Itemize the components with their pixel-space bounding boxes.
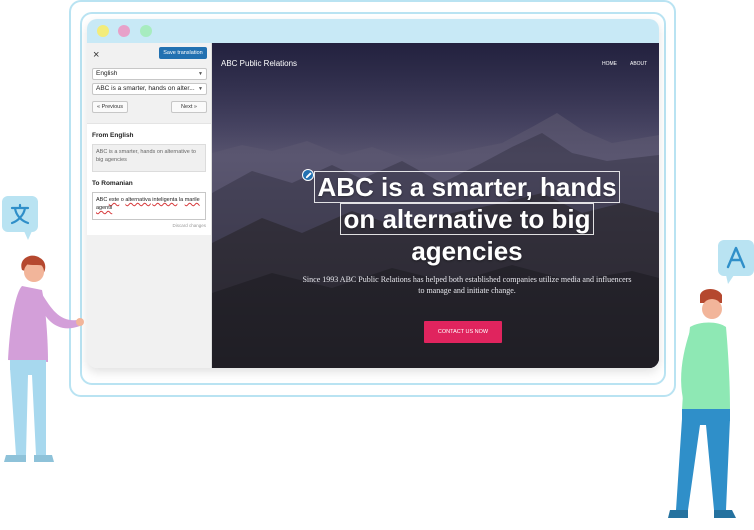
string-select[interactable]: ABC is a smarter, hands on alter... ▼ xyxy=(92,83,207,95)
headline-line: ABC is a smarter, hands xyxy=(314,171,620,203)
headline-line: agencies xyxy=(411,236,523,266)
translate-icon xyxy=(2,196,38,240)
from-label: From English xyxy=(92,132,134,139)
next-button[interactable]: Next » xyxy=(171,101,207,113)
illustration: × Save translation English ▼ ABC is a sm… xyxy=(0,0,754,530)
contact-us-button[interactable]: CONTACT US NOW xyxy=(424,321,502,343)
window-dot-green xyxy=(140,25,152,37)
translation-textarea[interactable]: ABC este o alternativa inteligenta la ma… xyxy=(92,192,206,220)
site-title[interactable]: ABC Public Relations xyxy=(221,59,297,68)
translation-word: inteligenta xyxy=(152,197,178,203)
previous-button[interactable]: « Previous xyxy=(92,101,128,113)
close-icon[interactable]: × xyxy=(93,49,99,61)
caret-down-icon: ▼ xyxy=(198,71,203,77)
translation-word: agentii xyxy=(96,205,113,211)
website-preview: ABC Public Relations HOME ABOUT ABC is a… xyxy=(212,43,659,368)
translation-editor: From English ABC is a smarter, hands on … xyxy=(87,123,211,235)
string-select-value: ABC is a smarter, hands on alter... xyxy=(96,85,195,92)
translation-word: este xyxy=(108,197,120,203)
person-illustration-right xyxy=(668,289,736,518)
window-titlebar xyxy=(87,19,659,43)
caret-down-icon: ▼ xyxy=(198,86,203,92)
headline-line: on alternative to big xyxy=(340,203,594,235)
translation-panel: × Save translation English ▼ ABC is a sm… xyxy=(87,43,212,368)
language-select-value: English xyxy=(96,70,118,77)
language-select[interactable]: English ▼ xyxy=(92,68,207,80)
discard-changes-link[interactable]: Discard changes xyxy=(172,223,206,228)
nav-about-link[interactable]: ABOUT xyxy=(630,61,647,67)
hero-subtext: Since 1993 ABC Public Relations has help… xyxy=(302,275,632,295)
nav-home-link[interactable]: HOME xyxy=(602,61,617,67)
window-dot-pink xyxy=(118,25,130,37)
translation-word: la xyxy=(178,197,184,203)
source-text-field: ABC is a smarter, hands on alternative t… xyxy=(92,144,206,172)
window-dot-yellow xyxy=(97,25,109,37)
translation-word: alternativa xyxy=(125,197,151,203)
translation-word: o xyxy=(120,197,124,203)
browser-window: × Save translation English ▼ ABC is a sm… xyxy=(87,19,659,368)
translation-word: marile xyxy=(184,197,200,203)
to-label: To Romanian xyxy=(92,180,133,187)
person-illustration-left xyxy=(4,255,84,462)
translation-word: ABC xyxy=(96,197,108,203)
hero-headline[interactable]: ABC is a smarter, hands on alternative t… xyxy=(307,171,627,267)
letter-a-icon xyxy=(718,240,754,284)
save-translation-button[interactable]: Save translation xyxy=(159,47,207,59)
